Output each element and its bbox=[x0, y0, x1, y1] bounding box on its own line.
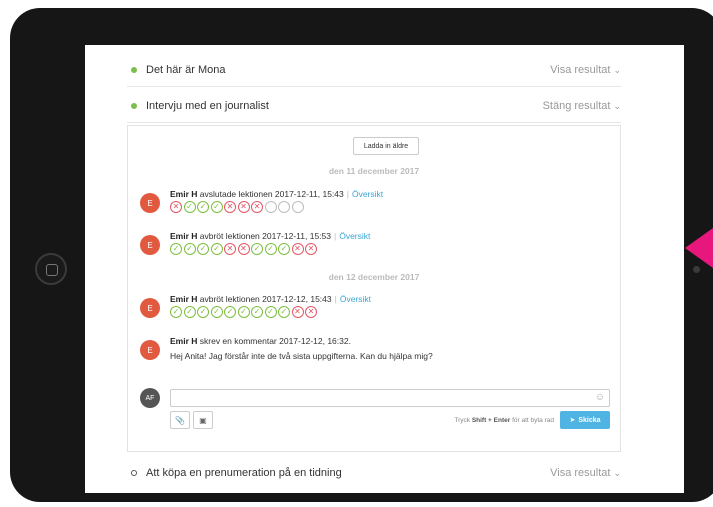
check-icon: ✓ bbox=[183, 201, 196, 213]
date-separator: den 11 december 2017 bbox=[328, 166, 420, 176]
check-icon: ✓ bbox=[224, 306, 236, 318]
lesson-title: Det här är Mona bbox=[146, 63, 226, 76]
empty-circle-icon bbox=[264, 201, 277, 213]
result-marks: ✓ ✓ ✓ ✓ ✓ ✓ ✓ ✓ ✓ ✕ ✕ bbox=[170, 306, 371, 318]
check-icon: ✓ bbox=[197, 306, 209, 318]
empty-circle-icon bbox=[278, 201, 290, 213]
status-dot bbox=[131, 66, 137, 73]
screen: Det här är Mona Visa resultat ⌄ Intervju … bbox=[85, 45, 684, 493]
user-name: Emir H bbox=[170, 294, 198, 304]
image-icon: ▣ bbox=[199, 415, 207, 425]
cross-icon: ✕ bbox=[291, 243, 304, 255]
overview-link[interactable]: Översikt bbox=[352, 189, 383, 199]
user-name: Emir H bbox=[170, 189, 198, 199]
check-icon: ✓ bbox=[264, 306, 277, 318]
current-user-avatar: AF bbox=[140, 388, 160, 408]
lesson-row[interactable]: Intervju med en journalist Stäng resulta… bbox=[127, 89, 621, 123]
avatar: E bbox=[140, 340, 160, 360]
check-icon: ✓ bbox=[183, 243, 196, 255]
send-button[interactable]: ➤ Skicka bbox=[560, 411, 610, 429]
results-panel: Ladda in äldre den 11 december 2017 E Em… bbox=[127, 125, 621, 452]
user-name: Emir H bbox=[170, 336, 198, 346]
check-icon: ✓ bbox=[278, 243, 290, 255]
result-marks: ✕ ✓ ✓ ✓ ✕ ✕ ✕ bbox=[170, 201, 383, 213]
comment-text: Hej Anita! Jag förstår inte de två sista… bbox=[170, 351, 433, 361]
check-icon: ✓ bbox=[237, 306, 250, 318]
status-dot bbox=[131, 102, 137, 109]
check-icon: ✓ bbox=[170, 306, 182, 318]
cross-icon: ✕ bbox=[224, 201, 236, 213]
keyboard-hint: Tryck Shift + Enter för att byta rad bbox=[454, 417, 554, 424]
lesson-row[interactable]: Att köpa en prenumeration på en tidning … bbox=[127, 456, 621, 490]
check-icon: ✓ bbox=[210, 306, 223, 318]
toggle-results[interactable]: Visa resultat ⌄ bbox=[550, 467, 621, 479]
check-icon: ✓ bbox=[183, 306, 196, 318]
check-icon: ✓ bbox=[210, 243, 223, 255]
user-name: Emir H bbox=[170, 231, 198, 241]
avatar: E bbox=[140, 235, 160, 255]
check-icon: ✓ bbox=[197, 243, 209, 255]
send-icon: ➤ bbox=[569, 417, 576, 424]
cross-icon: ✕ bbox=[305, 306, 317, 318]
home-button bbox=[35, 253, 67, 285]
check-icon: ✓ bbox=[264, 243, 277, 255]
overview-link[interactable]: Översikt bbox=[339, 231, 370, 241]
check-icon: ✓ bbox=[170, 243, 182, 255]
avatar: E bbox=[140, 298, 160, 318]
cross-icon: ✕ bbox=[237, 201, 250, 213]
tablet-frame: Det här är Mona Visa resultat ⌄ Intervju … bbox=[10, 8, 713, 502]
check-icon: ✓ bbox=[251, 306, 263, 318]
toggle-results[interactable]: Visa resultat ⌄ bbox=[550, 64, 621, 76]
chevron-up-icon: ⌄ bbox=[613, 100, 621, 111]
lesson-title: Att köpa en prenumeration på en tidning bbox=[146, 467, 342, 479]
comment-input[interactable]: ☺ bbox=[170, 389, 610, 407]
paperclip-icon: 📎 bbox=[175, 415, 185, 425]
attach-button[interactable]: 📎 bbox=[170, 411, 190, 429]
cross-icon: ✕ bbox=[291, 306, 304, 318]
cross-icon: ✕ bbox=[251, 201, 263, 213]
lesson-title: Intervju med en journalist bbox=[146, 99, 269, 112]
chevron-down-icon: ⌄ bbox=[613, 468, 621, 478]
cross-icon: ✕ bbox=[224, 243, 236, 255]
toggle-results[interactable]: Stäng resultat ⌄ bbox=[543, 100, 621, 112]
check-icon: ✓ bbox=[210, 201, 223, 213]
cross-icon: ✕ bbox=[305, 243, 317, 255]
check-icon: ✓ bbox=[197, 201, 209, 213]
pointer-arrow-icon bbox=[685, 228, 713, 268]
check-icon: ✓ bbox=[251, 243, 263, 255]
status-dot bbox=[131, 470, 137, 476]
emoji-icon[interactable]: ☺ bbox=[595, 392, 605, 403]
chevron-down-icon: ⌄ bbox=[613, 64, 621, 75]
lesson-row[interactable]: Det här är Mona Visa resultat ⌄ bbox=[127, 53, 621, 87]
overview-link[interactable]: Översikt bbox=[340, 294, 371, 304]
cross-icon: ✕ bbox=[170, 201, 182, 213]
avatar: E bbox=[140, 193, 160, 213]
cross-icon: ✕ bbox=[237, 243, 250, 255]
image-button[interactable]: ▣ bbox=[193, 411, 213, 429]
check-icon: ✓ bbox=[278, 306, 290, 318]
result-marks: ✓ ✓ ✓ ✓ ✕ ✕ ✓ ✓ ✓ ✕ ✕ bbox=[170, 243, 370, 255]
empty-circle-icon bbox=[291, 201, 304, 213]
load-older-button[interactable]: Ladda in äldre bbox=[353, 137, 419, 155]
date-separator: den 12 december 2017 bbox=[328, 272, 420, 282]
